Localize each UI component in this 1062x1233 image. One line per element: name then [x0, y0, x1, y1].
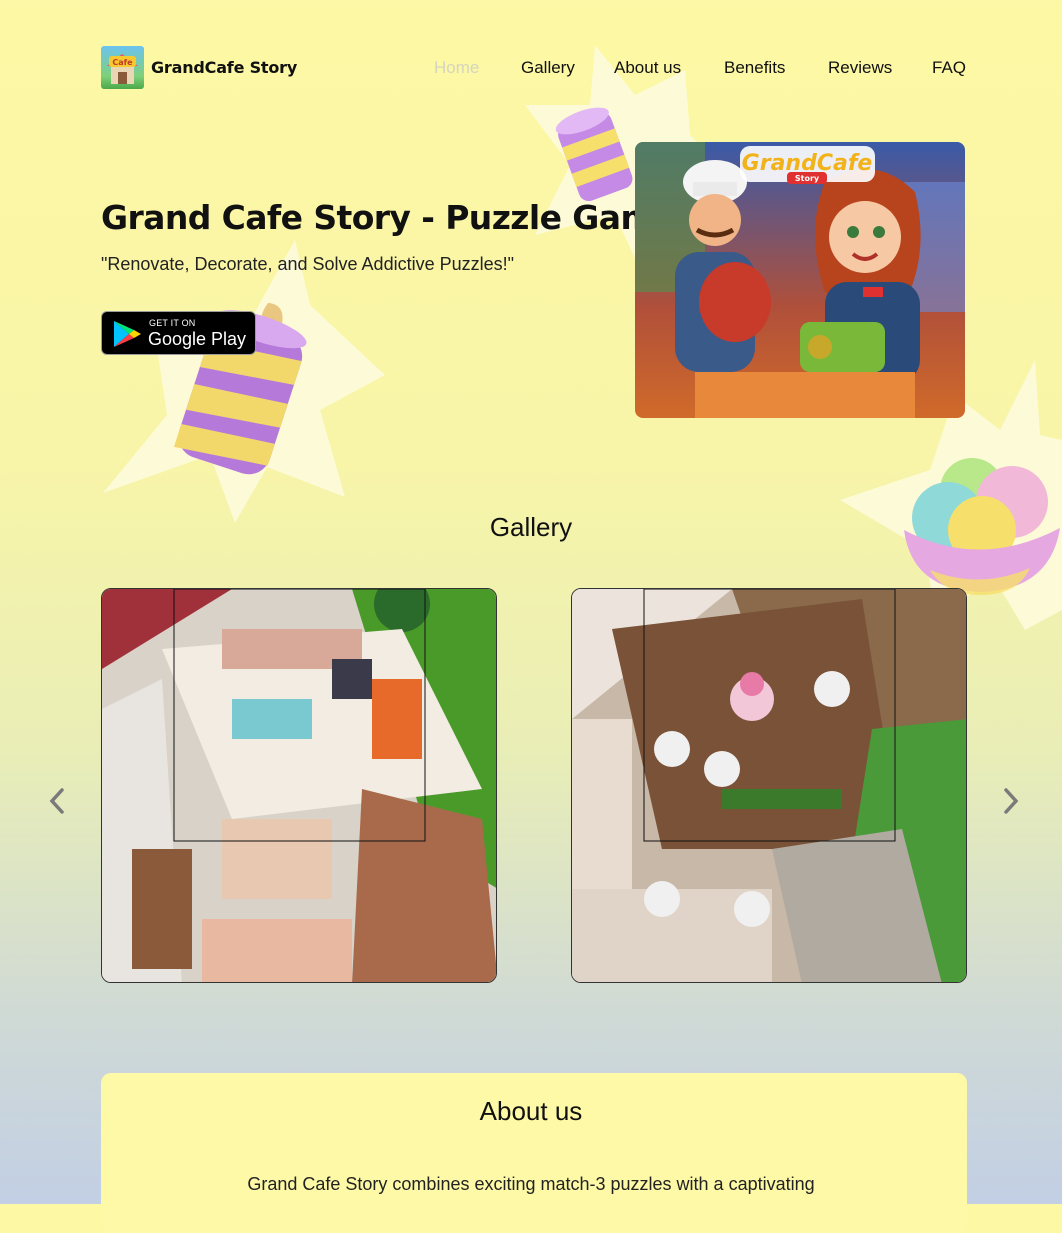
hero-art-logo-sub: Story — [795, 174, 820, 183]
nav-faq[interactable]: FAQ — [932, 58, 966, 78]
nav-reviews[interactable]: Reviews — [828, 58, 892, 78]
kitchen-scene-image — [102, 589, 496, 982]
google-play-button[interactable]: GET IT ON Google Play — [101, 311, 256, 355]
store-badge-big-text: Google Play — [148, 329, 247, 349]
gallery-slide-kitchen[interactable] — [101, 588, 497, 983]
nav-about-us[interactable]: About us — [614, 58, 681, 78]
about-text: Grand Cafe Story combines exciting match… — [247, 1174, 815, 1194]
nav-benefits[interactable]: Benefits — [724, 58, 785, 78]
about-title: About us — [479, 1096, 583, 1126]
gallery-title: Gallery — [489, 512, 573, 542]
store-badge-small-text: GET IT ON — [149, 318, 196, 328]
burst-decoration-left — [103, 240, 385, 523]
hero-key-art: GrandCafe Story — [635, 142, 965, 418]
chevron-left-icon[interactable] — [45, 785, 69, 817]
main-nav: Home Gallery About us Benefits Reviews F… — [0, 58, 1062, 80]
hero-subtitle: "Renovate, Decorate, and Solve Addictive… — [101, 254, 515, 274]
chevron-right-icon[interactable] — [999, 785, 1023, 817]
nav-home[interactable]: Home — [434, 58, 479, 78]
cafe-terrace-scene-image — [572, 589, 966, 982]
gallery-slide-cafe-terrace[interactable] — [571, 588, 967, 983]
nav-gallery[interactable]: Gallery — [521, 58, 575, 78]
hero-title: Grand Cafe Story - Puzzle Game — [101, 198, 677, 237]
google-play-icon — [114, 321, 141, 347]
